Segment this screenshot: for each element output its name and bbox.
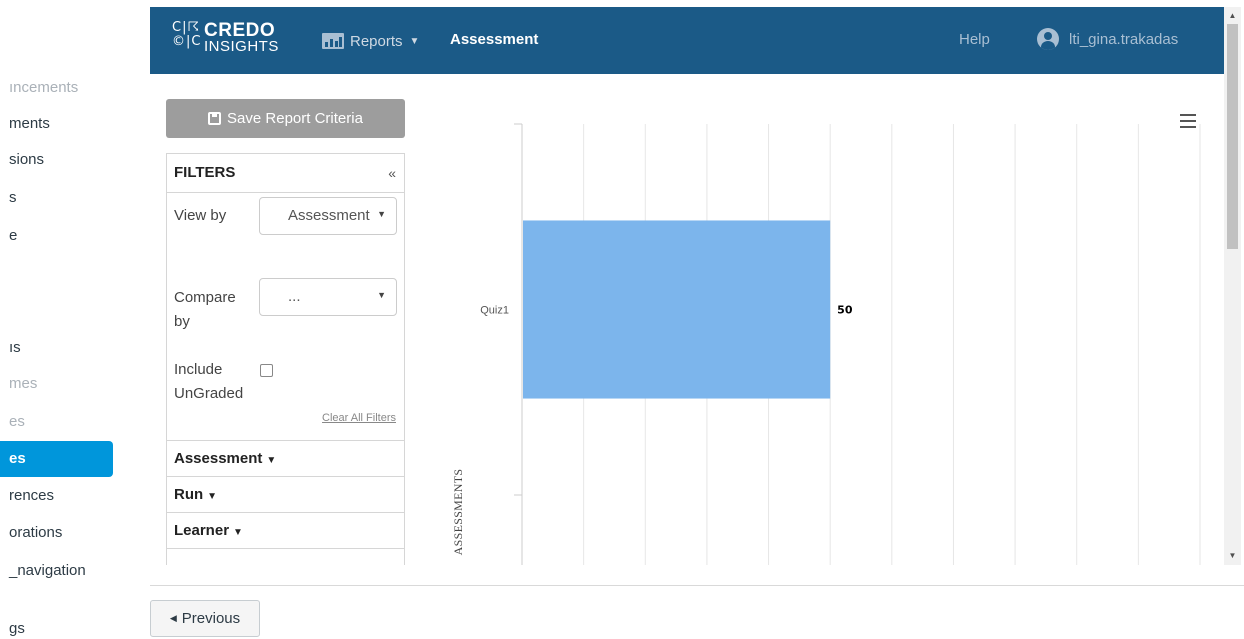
- scroll-up-icon[interactable]: ▲: [1224, 9, 1241, 23]
- filters-title: FILTERS: [174, 164, 236, 181]
- compare-by-value: ...: [288, 288, 301, 305]
- previous-button-label: Previous: [181, 610, 241, 627]
- select-arrow-icon: ▼: [377, 290, 386, 300]
- include-ungraded-checkbox[interactable]: [260, 364, 273, 377]
- filter-section-label: Learner: [174, 522, 230, 539]
- lms-nav-item-label: sions: [9, 151, 45, 168]
- filter-section-learner[interactable]: Learner ▼: [167, 512, 404, 549]
- hamburger-menu-icon[interactable]: [1180, 114, 1196, 128]
- save-button-label: Save Report Criteria: [227, 110, 363, 127]
- lms-nav-item[interactable]: _navigation: [0, 553, 113, 589]
- filters-header: FILTERS «: [167, 154, 404, 193]
- filter-section-run[interactable]: Run ▼: [167, 476, 404, 513]
- lms-nav-item-label: ments: [9, 115, 50, 132]
- view-by-value: Assessment: [288, 207, 370, 224]
- floppy-disk-icon: [208, 112, 222, 125]
- user-circle-icon: [1037, 28, 1059, 50]
- lms-nav-item[interactable]: es: [0, 404, 113, 440]
- lms-nav-item[interactable]: e: [0, 218, 113, 254]
- lms-nav-item-label: _navigation: [9, 562, 86, 579]
- reports-label: Reports: [350, 32, 403, 50]
- include-ungraded-label: Include UnGraded: [174, 361, 244, 402]
- user-name: lti_gina.trakadas: [1069, 30, 1179, 48]
- filter-section-assessment[interactable]: Assessment ▼: [167, 440, 404, 477]
- chart-category-label: Quiz1: [480, 305, 509, 317]
- lms-nav-item[interactable]: ıs: [0, 330, 113, 366]
- vertical-scrollbar[interactable]: ▲ ▼: [1224, 7, 1241, 565]
- lms-nav-item[interactable]: orations: [0, 515, 113, 551]
- previous-button[interactable]: ◀ Previous: [150, 600, 260, 637]
- caret-down-icon: ▼: [207, 491, 218, 502]
- logo-mark-top: C|☈: [172, 20, 201, 35]
- lms-nav-item-label: es: [9, 450, 26, 467]
- lms-nav-item-label: e: [9, 227, 18, 244]
- collapse-filters-icon[interactable]: «: [388, 165, 396, 181]
- clear-all-filters-link[interactable]: Clear All Filters: [322, 412, 396, 424]
- view-by-label: View by: [174, 207, 227, 224]
- lms-nav-item[interactable]: s: [0, 180, 113, 216]
- lms-nav-item[interactable]: es: [0, 441, 113, 477]
- lms-nav-item[interactable]: ments: [0, 106, 113, 142]
- lms-nav-item-label: ıs: [9, 339, 21, 356]
- lms-course-nav: ıncements ments sions s e ıs mes es es rences orat…: [0, 0, 150, 639]
- filter-section-label: Assessment: [174, 450, 263, 467]
- caret-down-icon: ▼: [409, 35, 420, 47]
- lms-nav-item[interactable]: mes: [0, 366, 113, 402]
- select-arrow-icon: ▼: [377, 209, 386, 219]
- compare-by-select[interactable]: ... ▼: [259, 278, 397, 316]
- filter-section-label: Run: [174, 486, 204, 503]
- lms-nav-item-label: gs: [9, 620, 25, 637]
- caret-down-icon: ▼: [233, 527, 243, 538]
- breadcrumb-current: Assessment: [450, 31, 539, 48]
- help-link[interactable]: Help: [959, 31, 990, 48]
- bar-chart-icon: [322, 33, 344, 49]
- footer-divider: [150, 585, 1244, 586]
- chart-bar: [523, 220, 831, 399]
- lms-nav-item-label: mes: [9, 375, 38, 392]
- lms-nav-item-label: rences: [9, 487, 55, 504]
- lms-nav-item[interactable]: sions: [0, 142, 113, 178]
- save-report-criteria-button[interactable]: Save Report Criteria: [166, 99, 405, 138]
- lms-nav-item-label: es: [9, 413, 25, 430]
- lms-nav-item-label: s: [9, 189, 17, 206]
- lms-nav-item[interactable]: gs: [0, 611, 113, 639]
- assessment-chart: Quiz1 50 ASSESSMENTS: [430, 92, 1220, 565]
- lms-nav-item[interactable]: ıncements: [0, 70, 113, 106]
- filter-section-more: [167, 548, 404, 565]
- scrollbar-thumb[interactable]: [1227, 24, 1238, 249]
- chart-y-axis-title: ASSESSMENTS: [451, 469, 465, 556]
- logo-subtitle: INSIGHTS: [204, 38, 279, 55]
- credo-insights-logo[interactable]: C|☈ ©|C CREDO INSIGHTS: [172, 21, 287, 57]
- filters-panel: FILTERS « View by Assessment ▼ Compare b…: [166, 153, 405, 565]
- app-header: C|☈ ©|C CREDO INSIGHTS Reports ▼ Assessm…: [150, 7, 1224, 74]
- reports-menu[interactable]: Reports ▼: [322, 31, 419, 51]
- chart-data-label: 50: [837, 304, 853, 317]
- lms-nav-item-label: orations: [9, 524, 63, 541]
- lms-nav-item[interactable]: rences: [0, 478, 113, 514]
- triangle-left-icon: ◀: [169, 613, 177, 623]
- chart-canvas: Quiz1 50 ASSESSMENTS: [451, 123, 1201, 565]
- compare-by-label: Compare by: [174, 289, 236, 330]
- logo-mark-bottom: ©|C: [172, 34, 202, 49]
- view-by-select[interactable]: Assessment ▼: [259, 197, 397, 235]
- lms-nav-item-label: ıncements: [9, 79, 79, 96]
- scroll-down-icon[interactable]: ▼: [1224, 549, 1241, 563]
- user-menu[interactable]: lti_gina.trakadas: [1037, 28, 1178, 50]
- caret-down-icon: ▼: [266, 455, 277, 466]
- logo-mark: C|☈ ©|C: [172, 21, 201, 49]
